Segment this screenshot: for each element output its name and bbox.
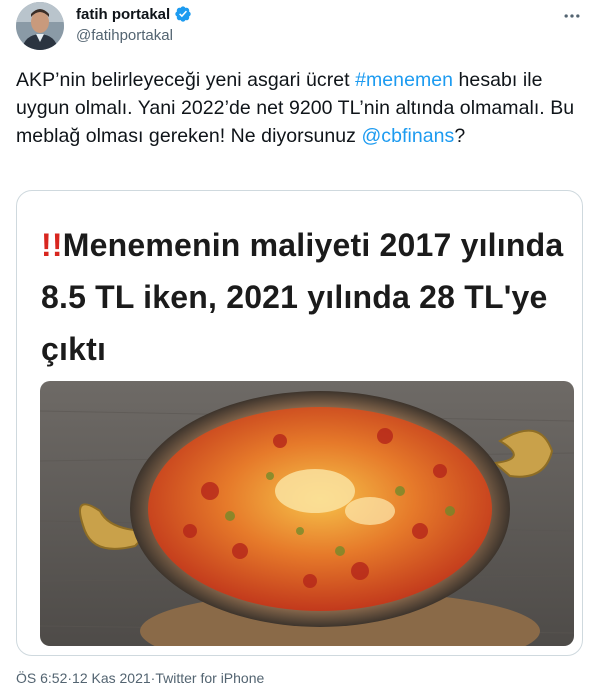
hashtag-link[interactable]: #menemen bbox=[355, 69, 453, 91]
tweet-metadata: ÖS 6:52 · 12 Kas 2021 · Twitter for iPho… bbox=[16, 670, 264, 686]
author-handle[interactable]: @fatihportakal bbox=[76, 27, 192, 44]
media-headline: !!Menemenin maliyeti 2017 yılında 8.5 TL… bbox=[41, 219, 571, 375]
more-options-icon[interactable] bbox=[557, 4, 587, 28]
mention-link[interactable]: @cbfinans bbox=[361, 125, 454, 147]
author-display-name[interactable]: fatih portakal bbox=[76, 6, 170, 23]
tweet-text: AKP’nin belirleyeceği yeni asgari ücret … bbox=[16, 66, 587, 150]
author-names: fatih portakal @fatihportakal bbox=[76, 4, 192, 44]
tweet-media-image[interactable]: !!Menemenin maliyeti 2017 yılında 8.5 TL… bbox=[16, 190, 583, 656]
tweet-text-part: ? bbox=[454, 125, 466, 147]
tweet-text-part: AKP’nin belirleyeceği yeni asgari ücret bbox=[16, 69, 356, 91]
verified-badge-icon bbox=[174, 5, 192, 23]
tweet-source[interactable]: Twitter for iPhone bbox=[155, 670, 264, 686]
tweet-date[interactable]: 12 Kas 2021 bbox=[72, 670, 151, 686]
tweet-time[interactable]: ÖS 6:52 bbox=[16, 670, 67, 686]
media-headline-text: Menemenin maliyeti 2017 yılında 8.5 TL i… bbox=[41, 227, 564, 367]
tweet-header: fatih portakal @fatihportakal bbox=[16, 0, 587, 60]
double-exclamation-icon: !! bbox=[41, 227, 63, 263]
avatar[interactable] bbox=[16, 2, 64, 50]
menemen-pan-photo bbox=[40, 381, 574, 646]
